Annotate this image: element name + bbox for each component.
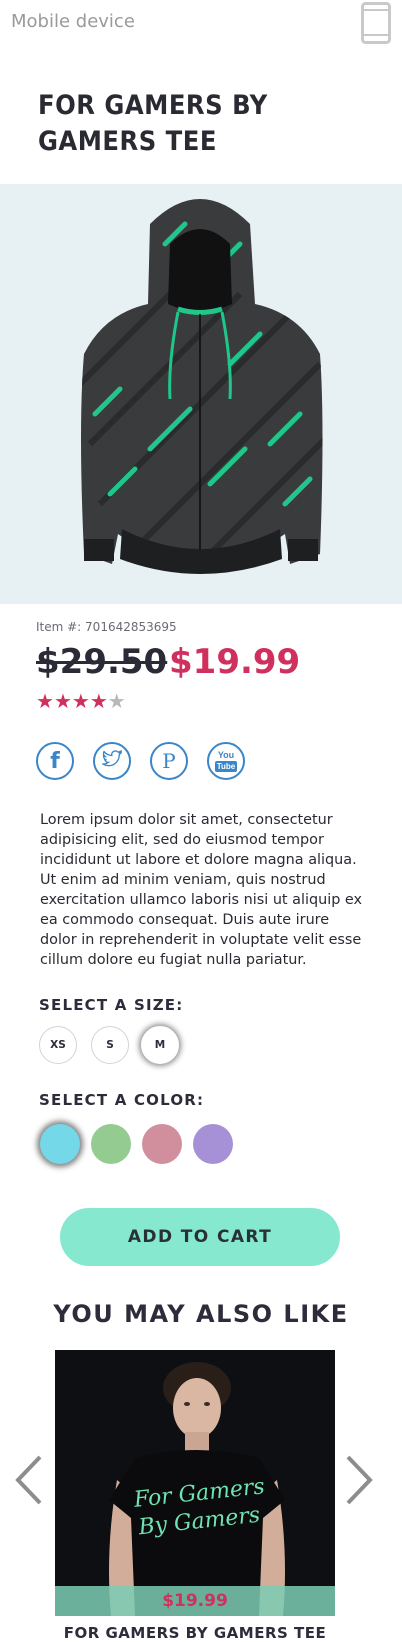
device-label: Mobile device: [11, 11, 135, 32]
carousel-prev-arrow-icon[interactable]: [14, 1454, 44, 1511]
size-option-s[interactable]: S: [91, 1026, 129, 1064]
pinterest-share-button[interactable]: P: [150, 742, 188, 780]
star-icon: ★: [53, 691, 72, 713]
rating-stars: ★★★★★: [36, 692, 126, 712]
recommendations-title: YOU MAY ALSO LIKE: [53, 1300, 349, 1328]
carousel-next-arrow-icon[interactable]: [344, 1454, 374, 1511]
item-number: Item #: 701642853695: [36, 620, 177, 634]
original-price: $29.50: [36, 642, 168, 682]
facebook-icon: f: [50, 748, 60, 774]
facebook-share-button[interactable]: f: [36, 742, 74, 780]
twitter-share-button[interactable]: [93, 742, 131, 780]
recommended-product-price: $19.99: [55, 1586, 335, 1616]
size-option-xs[interactable]: XS: [39, 1026, 77, 1064]
youtube-icon-bottom: Tube: [214, 760, 238, 772]
product-title: FOR GAMERS BY GAMERS TEE: [38, 90, 268, 157]
add-to-cart-button[interactable]: ADD TO CART: [60, 1208, 340, 1266]
product-description: Lorem ipsum dolor sit amet, consectetur …: [40, 812, 363, 968]
color-swatch-pink[interactable]: [142, 1124, 182, 1164]
pinterest-icon: P: [162, 749, 176, 773]
youtube-share-button[interactable]: You Tube: [207, 742, 245, 780]
color-swatch-purple[interactable]: [193, 1124, 233, 1164]
star-empty-icon: ★: [107, 691, 126, 713]
color-label: SELECT A COLOR:: [39, 1091, 205, 1109]
youtube-icon-top: You: [217, 749, 235, 760]
star-icon: ★: [89, 691, 108, 713]
recommended-product-name[interactable]: FOR GAMERS BY GAMERS TEE: [0, 1624, 390, 1642]
color-swatch-green[interactable]: [91, 1124, 131, 1164]
mobile-phone-icon: [361, 2, 391, 49]
size-label: SELECT A SIZE:: [39, 996, 184, 1014]
twitter-icon: [100, 749, 122, 773]
color-swatch-cyan[interactable]: [40, 1124, 80, 1164]
top-bar: Mobile device: [0, 0, 402, 45]
sale-price: $19.99: [169, 642, 301, 682]
size-option-m[interactable]: M: [141, 1026, 179, 1064]
star-icon: ★: [36, 691, 54, 713]
product-image: [0, 184, 402, 604]
recommended-product-image[interactable]: For Gamers By Gamers: [55, 1350, 335, 1616]
star-icon: ★: [71, 691, 90, 713]
